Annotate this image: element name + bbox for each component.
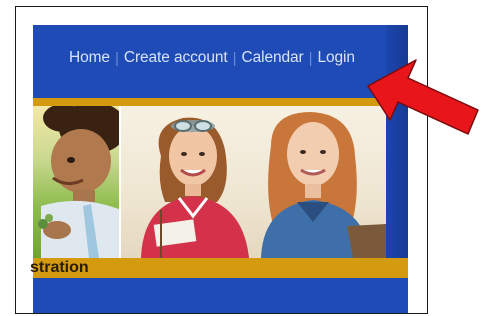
nav-separator: | <box>114 49 119 67</box>
nav-separator: | <box>232 49 237 67</box>
banner-caption-bar: stration <box>30 258 408 278</box>
child-photo <box>33 106 127 258</box>
banner-caption: stration <box>30 259 89 276</box>
nav-separator: | <box>308 49 313 67</box>
child-illustration <box>38 106 127 258</box>
nav-home-link[interactable]: Home <box>69 49 110 67</box>
red-arrow-icon <box>367 59 479 135</box>
nav-login-link[interactable]: Login <box>318 49 356 67</box>
nav-create-account-link[interactable]: Create account <box>124 49 228 67</box>
site-page: Home | Create account | Calendar | Login <box>30 25 408 313</box>
banner-image <box>33 106 386 258</box>
nav-calendar-link[interactable]: Calendar <box>241 49 303 67</box>
students-illustration <box>141 112 386 258</box>
header-gold-band <box>33 98 386 106</box>
students-photo <box>121 106 386 258</box>
top-navigation: Home | Create account | Calendar | Login <box>69 47 355 69</box>
screenshot-frame: Home | Create account | Calendar | Login <box>15 6 428 314</box>
